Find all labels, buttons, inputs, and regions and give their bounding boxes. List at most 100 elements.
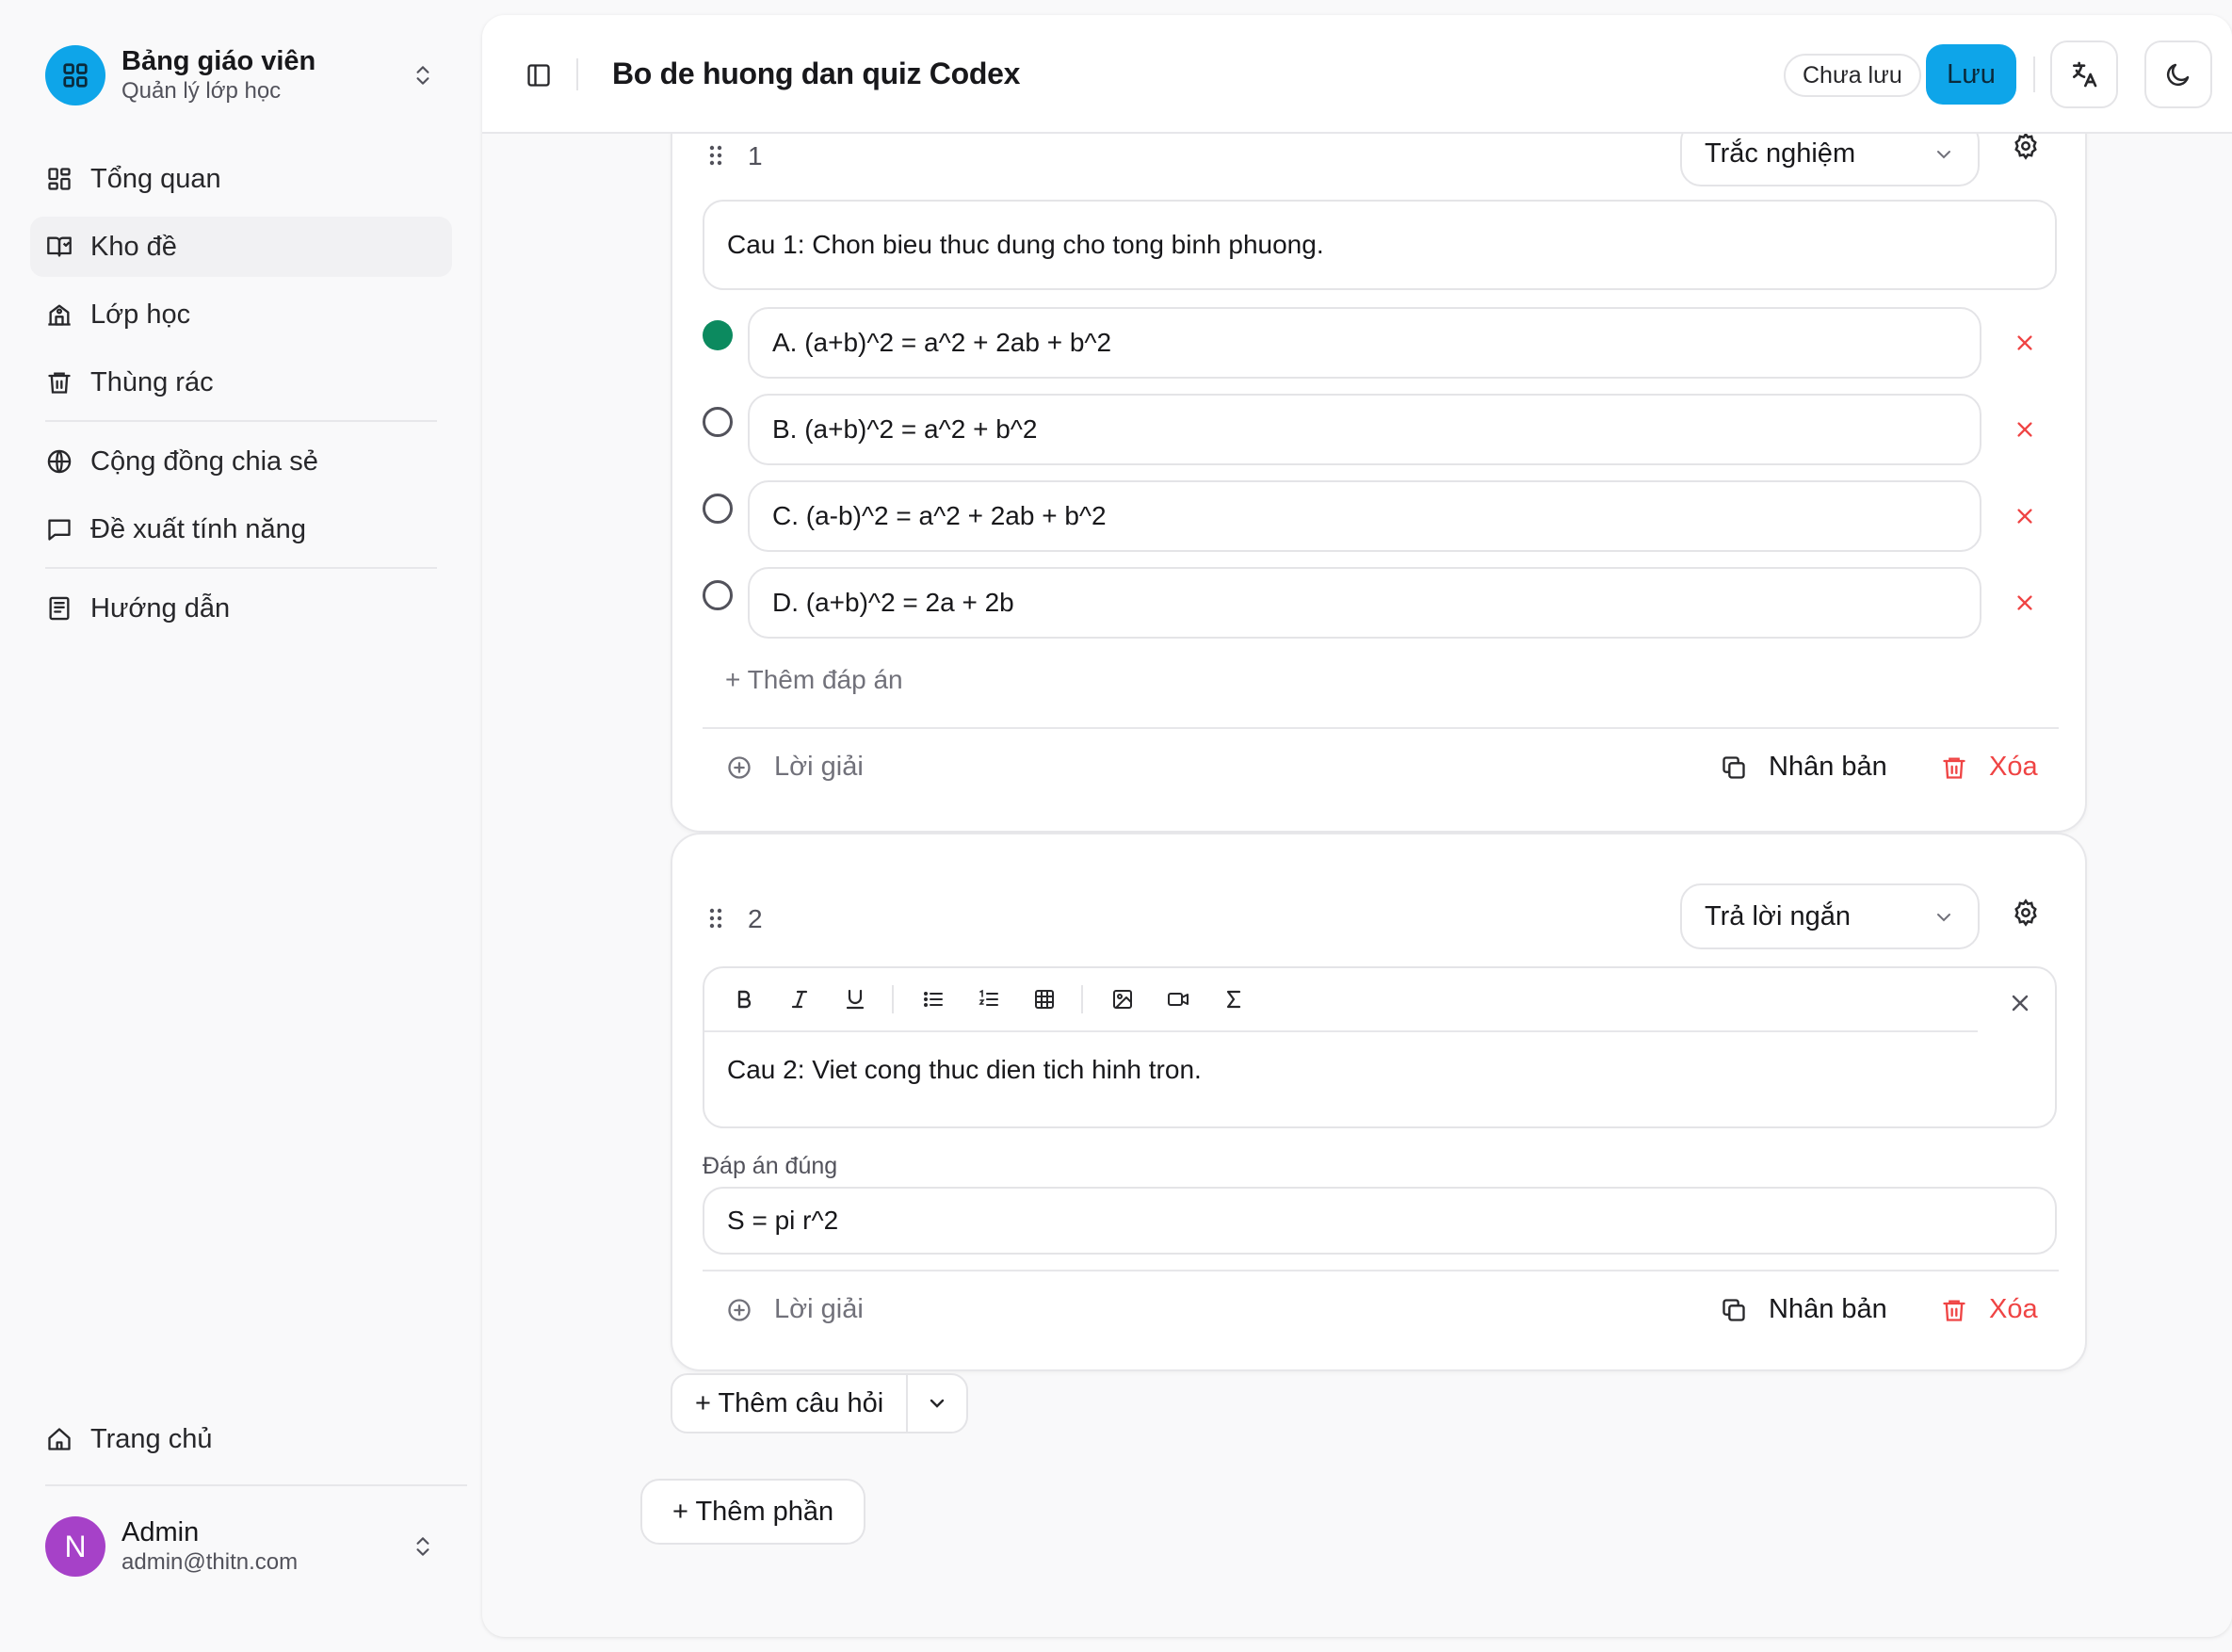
sidebar-item-trash[interactable]: Thùng rác: [30, 352, 452, 413]
layout-grid-icon: [45, 165, 73, 193]
solution-button[interactable]: Lời giải: [725, 752, 864, 783]
answer-option-field[interactable]: C. (a-b)^2 = a^2 + 2ab + b^2: [748, 480, 1981, 552]
question-text-field[interactable]: Cau 2: Viet cong thuc dien tich hinh tro…: [727, 1055, 1202, 1085]
trash-icon: [1940, 1296, 1968, 1324]
sidebar-item-classes[interactable]: Lớp học: [30, 284, 452, 345]
dashboard-grid-icon: [45, 45, 105, 105]
question-number: 1: [748, 141, 763, 170]
language-button[interactable]: [2050, 40, 2118, 108]
question-text-field[interactable]: Cau 1: Chon bieu thuc dung cho tong binh…: [703, 200, 2057, 290]
question-number: 2: [748, 904, 763, 933]
sidebar-item-guide[interactable]: Hướng dẫn: [30, 578, 452, 639]
remove-answer-icon[interactable]: [2014, 591, 2036, 614]
bold-icon[interactable]: [728, 983, 760, 1015]
moon-icon: [2164, 60, 2192, 89]
theme-toggle-button[interactable]: [2144, 40, 2212, 108]
formatting-toolbar: [704, 968, 1250, 1030]
avatar: N: [45, 1516, 105, 1577]
add-question-group: + Thêm câu hỏi: [671, 1373, 969, 1433]
remove-answer-icon[interactable]: [2014, 332, 2036, 354]
italic-icon[interactable]: [784, 983, 816, 1015]
duplicate-label: Nhân bản: [1769, 752, 1887, 782]
page-title: Bo de huong dan quiz Codex: [612, 57, 1021, 90]
sidebar-item-label: Đề xuất tính năng: [90, 513, 306, 544]
sidebar-item-label: Cộng đồng chia sẻ: [90, 445, 318, 477]
video-icon[interactable]: [1162, 983, 1194, 1015]
sidebar-bottom-nav: Trang chủ: [30, 1409, 452, 1477]
drag-handle-icon[interactable]: [706, 904, 725, 932]
numbered-list-icon[interactable]: [973, 983, 1005, 1015]
underline-icon[interactable]: [839, 983, 871, 1015]
chevron-down-icon: [926, 1392, 948, 1415]
duplicate-label: Nhân bản: [1769, 1294, 1887, 1324]
workspace-switcher[interactable]: Bảng giáo viên Quản lý lớp học: [45, 42, 437, 108]
delete-question-button[interactable]: Xóa: [1940, 1294, 2038, 1325]
add-question-button[interactable]: + Thêm câu hỏi: [672, 1375, 909, 1432]
correct-answer-radio[interactable]: [703, 320, 733, 350]
plus-circle-icon: [725, 1296, 753, 1324]
answer-option-field[interactable]: A. (a+b)^2 = a^2 + 2ab + b^2: [748, 307, 1981, 379]
remove-answer-icon[interactable]: [2014, 505, 2036, 527]
save-button[interactable]: Lưu: [1926, 44, 2016, 105]
remove-answer-icon[interactable]: [2014, 418, 2036, 441]
card-divider: [703, 727, 2059, 729]
sidebar-nav: Tổng quan Kho đề Lớp học Thùng rác Cộng …: [30, 149, 452, 646]
image-icon[interactable]: [1107, 983, 1139, 1015]
rich-text-editor: Cau 2: Viet cong thuc dien tich hinh tro…: [703, 966, 2057, 1128]
school-icon: [45, 300, 73, 329]
toolbar-divider: [2033, 57, 2035, 92]
add-answer-button[interactable]: + Thêm đáp án: [725, 665, 903, 695]
toolbar-divider: [892, 985, 894, 1013]
save-status-badge: Chưa lưu: [1784, 54, 1921, 97]
message-square-icon: [45, 515, 73, 543]
user-menu[interactable]: N Admin admin@thitn.com: [45, 1514, 437, 1579]
duplicate-button[interactable]: Nhân bản: [1720, 1294, 1887, 1325]
answer-option-field[interactable]: B. (a+b)^2 = a^2 + b^2: [748, 394, 1981, 465]
translate-icon: [2069, 59, 2099, 89]
duplicate-button[interactable]: Nhân bản: [1720, 752, 1887, 783]
question-card: 1 Trắc nghiệm Cau 1: Chon bieu thuc dung…: [671, 53, 2087, 833]
nav-divider: [45, 567, 437, 569]
solution-button[interactable]: Lời giải: [725, 1294, 864, 1325]
card-divider: [703, 1270, 2059, 1271]
sidebar-toggle-icon[interactable]: [524, 60, 554, 90]
gear-icon[interactable]: [2010, 897, 2042, 929]
question-type-value: Trắc nghiệm: [1705, 138, 1856, 169]
question-type-value: Trả lời ngắn: [1705, 900, 1851, 931]
drag-handle-icon[interactable]: [706, 141, 725, 170]
sidebar-item-community[interactable]: Cộng đồng chia sẻ: [30, 431, 452, 492]
delete-question-button[interactable]: Xóa: [1940, 752, 2038, 783]
user-name: Admin: [121, 1517, 200, 1547]
correct-answer-input[interactable]: S = pi r^2: [703, 1187, 2057, 1255]
sidebar-item-feature-request[interactable]: Đề xuất tính năng: [30, 499, 452, 559]
notebook-icon: [45, 594, 73, 623]
solution-label: Lời giải: [774, 1294, 864, 1324]
chevron-down-icon: [1933, 906, 1955, 929]
chevrons-up-down-icon: [409, 1532, 437, 1561]
sidebar: Bảng giáo viên Quản lý lớp học Tổng quan…: [0, 0, 467, 1652]
answer-option-field[interactable]: D. (a+b)^2 = 2a + 2b: [748, 567, 1981, 639]
user-email: admin@thitn.com: [121, 1549, 299, 1575]
add-question-menu-button[interactable]: [908, 1375, 966, 1432]
solution-label: Lời giải: [774, 752, 864, 782]
gear-icon[interactable]: [2010, 130, 2042, 162]
sidebar-item-exam-bank[interactable]: Kho đề: [30, 217, 452, 277]
book-icon: [45, 233, 73, 261]
question-type-select[interactable]: Trả lời ngắn: [1680, 883, 1980, 949]
copy-icon: [1720, 1296, 1748, 1324]
sidebar-item-home[interactable]: Trang chủ: [30, 1409, 452, 1469]
sidebar-item-label: Hướng dẫn: [90, 592, 231, 624]
sidebar-item-overview[interactable]: Tổng quan: [30, 149, 452, 209]
trash-icon: [45, 368, 73, 397]
close-icon[interactable]: [2006, 989, 2034, 1017]
delete-label: Xóa: [1989, 752, 2038, 782]
answer-radio[interactable]: [703, 494, 733, 524]
bullet-list-icon[interactable]: [917, 983, 949, 1015]
answer-radio[interactable]: [703, 407, 733, 437]
table-icon[interactable]: [1028, 983, 1060, 1015]
sigma-icon[interactable]: [1218, 983, 1250, 1015]
add-section-button[interactable]: + Thêm phần: [640, 1479, 866, 1545]
toolbar-divider: [704, 1030, 1978, 1032]
nav-divider: [45, 420, 437, 422]
answer-radio[interactable]: [703, 580, 733, 610]
